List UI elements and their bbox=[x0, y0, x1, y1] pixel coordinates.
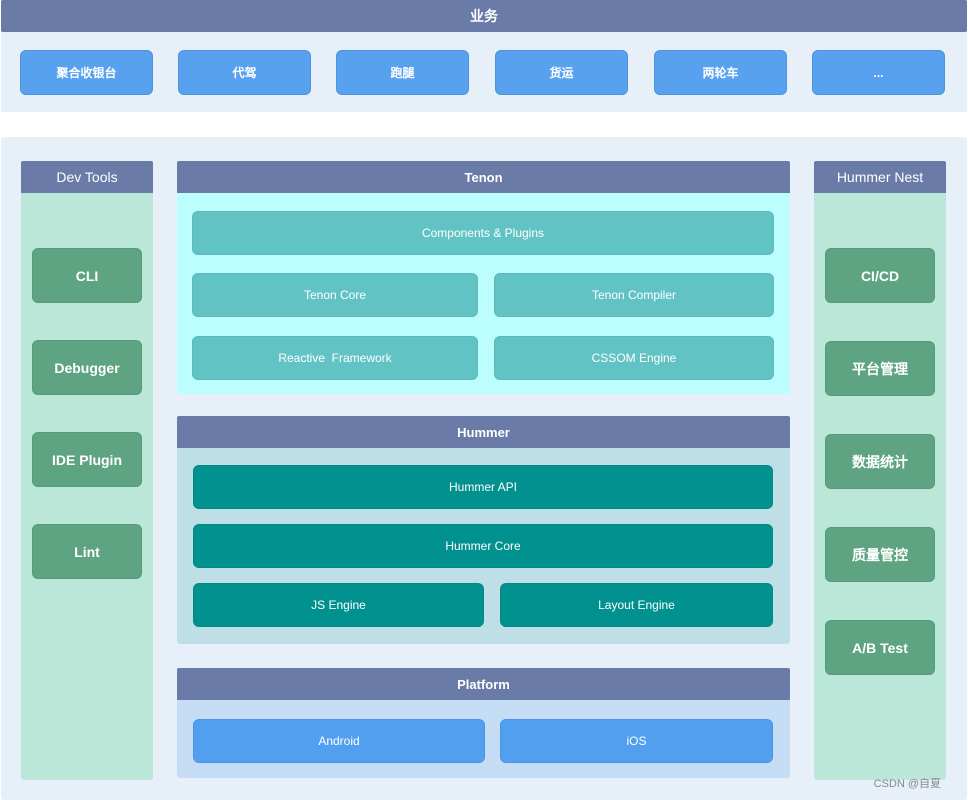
business-item-two-wheeler[interactable]: 两轮车 bbox=[654, 50, 787, 95]
nest-item-label: 平台管理 bbox=[852, 360, 908, 377]
platform-header: Platform bbox=[177, 668, 790, 700]
nest-item-label: A/B Test bbox=[852, 639, 908, 656]
platform-ios[interactable]: iOS bbox=[500, 719, 773, 763]
business-item-label: 代驾 bbox=[232, 66, 257, 80]
platform-title: Platform bbox=[457, 676, 510, 692]
nest-item-label: CI/CD bbox=[860, 267, 900, 284]
platform-android[interactable]: Android bbox=[193, 719, 485, 763]
hummer-nest-panel: Hummer Nest CI/CD 平台管理 数据统计 质量管控 A/B Tes… bbox=[814, 161, 946, 780]
dev-tool-label: Lint bbox=[74, 543, 100, 560]
block-label: Hummer Core bbox=[445, 539, 521, 553]
dev-tool-label: IDE Plugin bbox=[52, 451, 122, 468]
block-label: Layout Engine bbox=[598, 598, 675, 612]
hummer-title: Hummer bbox=[457, 424, 510, 440]
dev-tool-ide-plugin[interactable]: IDE Plugin bbox=[32, 432, 142, 487]
dev-tool-lint[interactable]: Lint bbox=[32, 524, 142, 579]
dev-tools-header: Dev Tools bbox=[21, 161, 153, 193]
nest-item-label: 数据统计 bbox=[852, 453, 908, 470]
watermark: CSDN @自夏 bbox=[873, 778, 941, 790]
nest-item-label: 质量管控 bbox=[852, 546, 908, 563]
business-item-label: 两轮车 bbox=[702, 66, 739, 80]
nest-item-data-statistics[interactable]: 数据统计 bbox=[825, 434, 935, 489]
business-item-label: 货运 bbox=[549, 66, 574, 80]
tenon-compiler[interactable]: Tenon Compiler bbox=[494, 273, 774, 317]
dev-tool-cli[interactable]: CLI bbox=[32, 248, 142, 303]
block-label: Components & Plugins bbox=[421, 226, 545, 240]
block-label: CSSOM Engine bbox=[591, 351, 677, 365]
tenon-layer: Tenon Components & Plugins Tenon Core Te… bbox=[177, 161, 790, 394]
platform-layer: Platform Android iOS bbox=[177, 668, 790, 778]
nest-item-ab-test[interactable]: A/B Test bbox=[825, 620, 935, 675]
dev-tool-debugger[interactable]: Debugger bbox=[32, 340, 142, 395]
dev-tool-label: Debugger bbox=[54, 359, 120, 376]
dev-tools-title: Dev Tools bbox=[56, 169, 118, 185]
nest-item-platform-management[interactable]: 平台管理 bbox=[825, 341, 935, 396]
dev-tool-label: CLI bbox=[75, 267, 99, 284]
block-label: Android bbox=[318, 734, 360, 748]
tenon-title: Tenon bbox=[464, 169, 503, 185]
business-item-designated-driving[interactable]: 代驾 bbox=[178, 50, 311, 95]
block-label: Reactive Framework bbox=[278, 351, 392, 365]
architecture-section: Dev Tools CLI Debugger IDE Plugin Lint T… bbox=[1, 137, 967, 800]
hummer-layer: Hummer Hummer API Hummer Core JS Engine … bbox=[177, 416, 790, 644]
hummer-core[interactable]: Hummer Core bbox=[193, 524, 773, 568]
tenon-reactive-framework[interactable]: Reactive Framework bbox=[192, 336, 478, 380]
business-item-freight[interactable]: 货运 bbox=[495, 50, 628, 95]
block-label: iOS bbox=[626, 734, 647, 748]
tenon-components-plugins[interactable]: Components & Plugins bbox=[192, 211, 774, 255]
business-item-errand[interactable]: 跑腿 bbox=[336, 50, 469, 95]
tenon-core[interactable]: Tenon Core bbox=[192, 273, 478, 317]
hummer-nest-title: Hummer Nest bbox=[836, 169, 924, 185]
tenon-cssom-engine[interactable]: CSSOM Engine bbox=[494, 336, 774, 380]
dev-tools-panel: Dev Tools CLI Debugger IDE Plugin Lint bbox=[21, 161, 153, 780]
hummer-layout-engine[interactable]: Layout Engine bbox=[500, 583, 773, 627]
business-item-more[interactable]: ... bbox=[812, 50, 945, 95]
business-item-label: 聚合收银台 bbox=[56, 66, 117, 80]
tenon-header: Tenon bbox=[177, 161, 790, 193]
business-item-cashier[interactable]: 聚合收银台 bbox=[20, 50, 153, 95]
hummer-nest-header: Hummer Nest bbox=[814, 161, 946, 193]
block-label: JS Engine bbox=[311, 598, 366, 612]
business-section: 业务 聚合收银台 代驾 跑腿 货运 两轮车 ... bbox=[1, 0, 967, 112]
block-label: Tenon Core bbox=[303, 288, 367, 302]
nest-item-ci-cd[interactable]: CI/CD bbox=[825, 248, 935, 303]
hummer-header: Hummer bbox=[177, 416, 790, 448]
nest-item-quality-control[interactable]: 质量管控 bbox=[825, 527, 935, 582]
business-header: 业务 bbox=[1, 0, 967, 32]
block-label: Hummer API bbox=[448, 480, 517, 494]
business-title: 业务 bbox=[470, 8, 498, 24]
business-item-label: 跑腿 bbox=[390, 66, 415, 80]
business-item-label: ... bbox=[873, 65, 884, 80]
hummer-api[interactable]: Hummer API bbox=[193, 465, 773, 509]
hummer-js-engine[interactable]: JS Engine bbox=[193, 583, 484, 627]
block-label: Tenon Compiler bbox=[591, 288, 677, 302]
